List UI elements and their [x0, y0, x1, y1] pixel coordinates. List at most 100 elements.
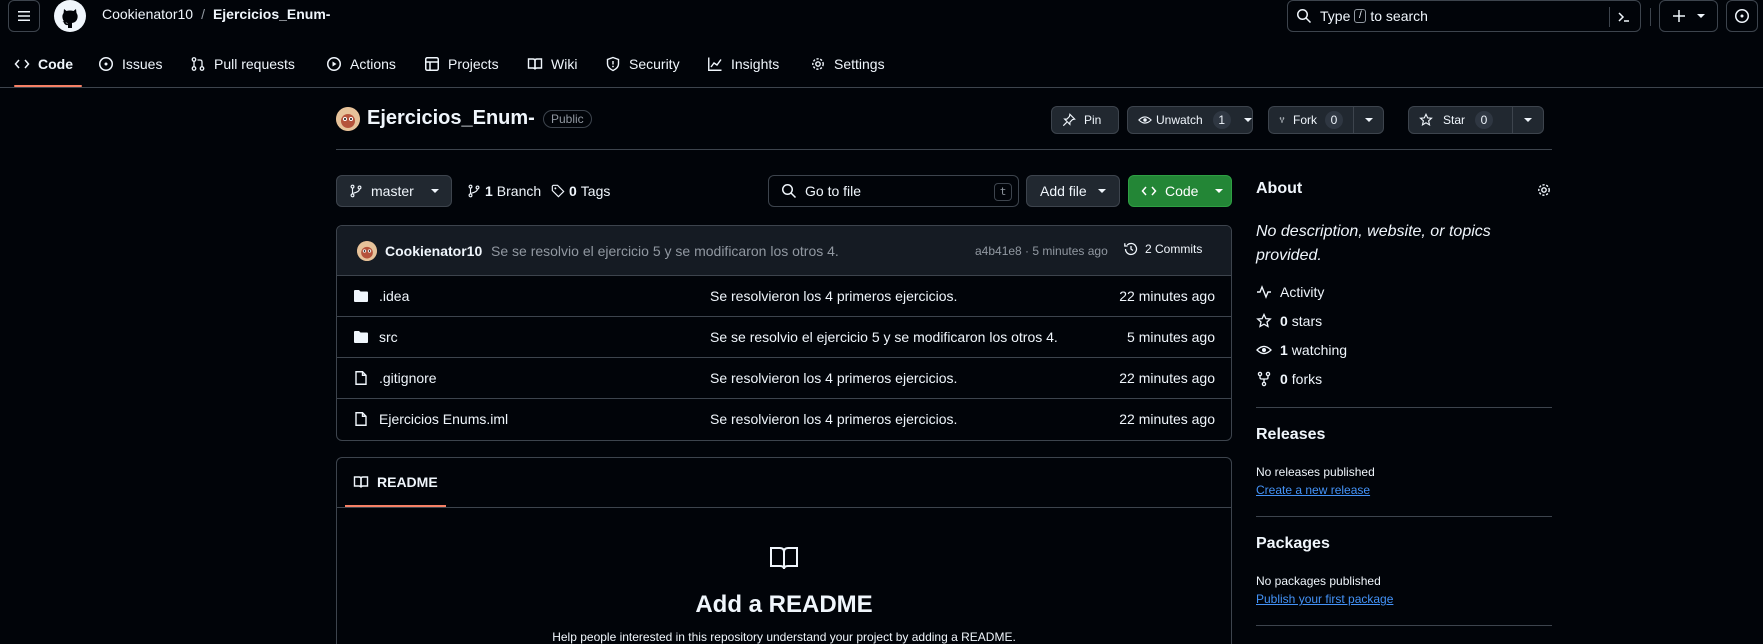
releases-heading[interactable]: Releases	[1256, 426, 1325, 444]
breadcrumb-owner[interactable]: Cookienator10	[102, 6, 193, 22]
file-commit-message[interactable]: Se resolvieron los 4 primeros ejercicios…	[710, 411, 957, 427]
file-name[interactable]: src	[379, 329, 398, 345]
file-table: Cookienator10 Se se resolvio el ejercici…	[336, 225, 1232, 441]
avatar[interactable]	[336, 107, 360, 131]
tab-code[interactable]: Code	[14, 44, 73, 84]
branch-selector[interactable]: master	[336, 175, 452, 207]
repo-nav: Code Issues Pull requests Actions Projec…	[0, 44, 1763, 88]
repo-title[interactable]: Ejercicios_Enum-	[367, 107, 535, 130]
search-input[interactable]: Type / to search	[1287, 0, 1641, 32]
table-row[interactable]: .gitignore Se resolvieron los 4 primeros…	[337, 358, 1231, 399]
watching-label: watching	[1291, 342, 1348, 358]
tab-insights[interactable]: Insights	[707, 44, 779, 84]
tab-label: Code	[38, 56, 73, 72]
tab-pull-requests[interactable]: Pull requests	[190, 44, 295, 84]
code-button[interactable]: Code	[1128, 175, 1232, 207]
tab-label: Wiki	[551, 56, 578, 72]
activity-link[interactable]: Activity	[1256, 284, 1324, 300]
your-issues-button[interactable]	[1726, 0, 1758, 32]
file-commit-message[interactable]: Se resolvieron los 4 primeros ejercicios…	[710, 288, 957, 304]
tags-link[interactable]: 0 Tags	[551, 175, 610, 207]
folder-icon	[353, 288, 369, 304]
tab-label: Security	[629, 56, 680, 72]
github-logo-icon[interactable]	[54, 0, 86, 32]
pin-button[interactable]: Pin	[1051, 106, 1119, 134]
tab-actions[interactable]: Actions	[326, 44, 396, 84]
packages-empty: No packages published	[1256, 574, 1381, 588]
commit-message[interactable]: Se se resolvio el ejercicio 5 y se modif…	[491, 243, 839, 259]
forks-count: 0	[1280, 371, 1288, 387]
commit-sha-time[interactable]: a4b41e8 · 5 minutes ago	[975, 244, 1108, 258]
file-commit-time: 22 minutes ago	[1119, 288, 1215, 304]
eye-icon	[1256, 345, 1272, 355]
commit-author[interactable]: Cookienator10	[385, 243, 482, 259]
breadcrumb-repo[interactable]: Ejercicios_Enum-	[213, 6, 331, 22]
tab-settings[interactable]: Settings	[810, 44, 885, 84]
file-name[interactable]: .idea	[379, 288, 409, 304]
graph-icon	[708, 57, 722, 71]
file-name[interactable]: Ejercicios Enums.iml	[379, 411, 508, 427]
releases-empty: No releases published	[1256, 465, 1375, 479]
pulse-icon	[1257, 285, 1271, 299]
readme-tab-label: README	[377, 474, 438, 490]
file-commit-message[interactable]: Se se resolvio el ejercicio 5 y se modif…	[710, 329, 1058, 345]
star-label: Star	[1443, 113, 1466, 127]
git-branch-icon	[468, 184, 480, 198]
sidebar-divider	[1256, 407, 1552, 408]
tab-issues[interactable]: Issues	[98, 44, 162, 84]
gear-icon	[812, 58, 824, 70]
triangle-down-icon	[1215, 189, 1224, 193]
add-file-button[interactable]: Add file	[1026, 175, 1120, 207]
table-row[interactable]: .idea Se resolvieron los 4 primeros ejer…	[337, 276, 1231, 317]
packages-heading[interactable]: Packages	[1256, 535, 1330, 553]
branches-link[interactable]: 1 Branch	[467, 175, 541, 207]
watch-count: 1	[1212, 111, 1231, 129]
file-name[interactable]: .gitignore	[379, 370, 437, 386]
stars-link[interactable]: 0 stars	[1256, 313, 1322, 329]
star-button[interactable]: Star 0	[1408, 106, 1544, 134]
search-prefix: Type	[1320, 8, 1351, 24]
watchers-link[interactable]: 1 watching	[1256, 342, 1347, 358]
star-icon	[1256, 313, 1272, 328]
hamburger-icon	[18, 11, 30, 21]
star-icon	[1419, 113, 1433, 126]
star-count: 0	[1475, 111, 1494, 129]
star-list-dropdown[interactable]	[1511, 107, 1543, 133]
forks-link[interactable]: 0 forks	[1256, 371, 1322, 387]
table-icon	[425, 57, 439, 71]
command-palette-icon[interactable]	[1616, 9, 1632, 25]
fork-button[interactable]: Fork 0	[1268, 106, 1384, 134]
visibility-badge: Public	[543, 110, 592, 128]
watch-button[interactable]: Unwatch 1	[1127, 106, 1253, 134]
tab-projects[interactable]: Projects	[424, 44, 499, 84]
readme-tab[interactable]: README	[353, 474, 438, 490]
go-to-file-input[interactable]: Go to file t	[768, 175, 1019, 207]
shield-icon	[606, 56, 620, 72]
avatar[interactable]	[357, 241, 377, 261]
search-icon	[782, 184, 797, 199]
tab-label: Issues	[122, 56, 163, 72]
publish-package-link[interactable]: Publish your first package	[1256, 592, 1393, 606]
file-commit-message[interactable]: Se resolvieron los 4 primeros ejercicios…	[710, 370, 957, 386]
gear-icon[interactable]	[1536, 182, 1552, 198]
table-row[interactable]: src Se se resolvio el ejercicio 5 y se m…	[337, 317, 1231, 358]
fork-dropdown[interactable]	[1353, 107, 1383, 133]
about-description: No description, website, or topics provi…	[1256, 223, 1491, 264]
git-pull-request-icon	[191, 57, 205, 71]
code-icon	[1141, 186, 1157, 196]
create-release-link[interactable]: Create a new release	[1256, 483, 1370, 497]
fork-label: Fork	[1293, 113, 1317, 127]
tag-label: Tags	[580, 183, 611, 199]
table-row[interactable]: Ejercicios Enums.iml Se resolvieron los …	[337, 399, 1231, 440]
repo-sidebar: About No description, website, or topics…	[1256, 180, 1552, 626]
triangle-down-icon	[430, 189, 439, 193]
sidebar-divider	[1256, 516, 1552, 517]
create-new-button[interactable]	[1659, 0, 1718, 32]
commits-link[interactable]: 2 Commits	[1123, 241, 1202, 257]
tab-security[interactable]: Security	[605, 44, 680, 84]
triangle-down-icon	[1243, 118, 1252, 122]
tab-label: Insights	[731, 56, 780, 72]
triangle-down-icon	[1523, 118, 1532, 122]
tab-wiki[interactable]: Wiki	[527, 44, 577, 84]
menu-button[interactable]	[8, 0, 40, 32]
